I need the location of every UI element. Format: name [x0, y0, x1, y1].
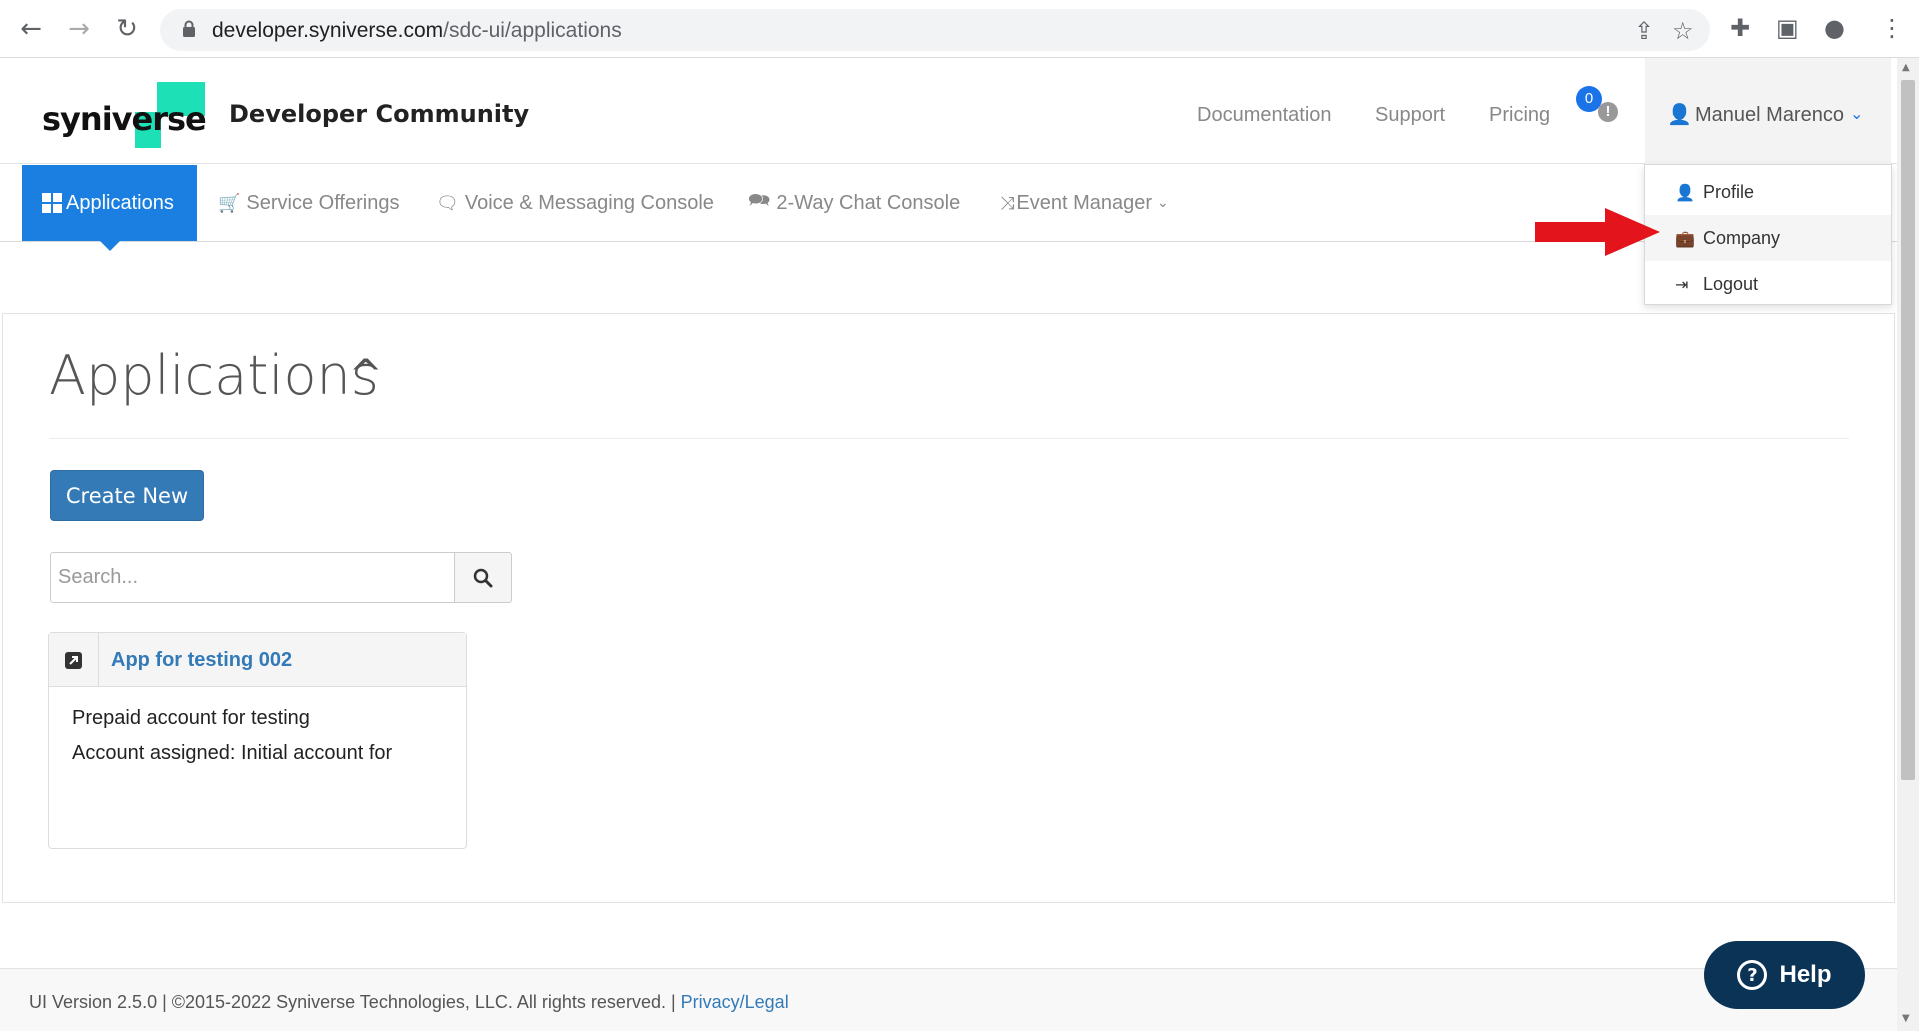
scroll-down-arrow-icon[interactable]: ▼ [1902, 1013, 1910, 1024]
page-scrollbar[interactable]: ▲ ▼ [1897, 58, 1919, 1031]
logout-icon: ⇥ [1675, 274, 1689, 294]
kebab-menu-icon[interactable]: ⋮ [1880, 14, 1904, 42]
tab-label: 2-Way Chat Console [776, 191, 961, 214]
privacy-legal-link[interactable]: Privacy/Legal [681, 992, 789, 1012]
profile-icon[interactable]: ● [1824, 14, 1845, 42]
user-name: Manuel Marenco [1695, 104, 1844, 126]
grid-icon [42, 193, 62, 213]
site-header: syniverse Developer Community Documentat… [0, 58, 1897, 164]
scrollbar-thumb[interactable] [1901, 80, 1915, 780]
create-new-button[interactable]: Create New [50, 470, 204, 521]
page-title: Applications [49, 344, 379, 407]
cart-icon: 🛒 [218, 192, 241, 214]
documentation-link[interactable]: Documentation [1197, 104, 1332, 127]
applications-panel: Applications ^ Create New App for testin… [2, 313, 1895, 903]
tab-applications[interactable]: Applications [22, 165, 197, 251]
briefcase-icon: 💼 [1675, 228, 1695, 248]
star-icon[interactable]: ☆ [1672, 17, 1694, 45]
dropdown-item-profile[interactable]: 👤 Profile [1645, 169, 1891, 215]
card-account-assigned: Account assigned: Initial account for [72, 742, 393, 764]
external-link-icon[interactable] [65, 651, 82, 669]
card-header: App for testing 002 [49, 633, 466, 687]
back-arrow-icon[interactable]: ← [14, 12, 48, 46]
site-title: Developer Community [229, 100, 530, 128]
chevron-up-icon[interactable]: ^ [349, 352, 383, 398]
tab-2-way-chat-console[interactable]: 🗪 2-Way Chat Console [748, 165, 960, 241]
tab-voice-messaging-console[interactable]: 🗨 Voice & Messaging Console [436, 165, 714, 241]
url-path: /sdc-ui/applications [443, 19, 622, 42]
card-icon-box [49, 633, 99, 687]
dropdown-item-company[interactable]: 💼 Company [1645, 215, 1891, 261]
tab-label: Applications [66, 191, 174, 214]
reload-icon[interactable]: ↻ [110, 12, 144, 46]
card-title-link[interactable]: App for testing 002 [111, 649, 292, 672]
tab-label: Service Offerings [246, 191, 400, 214]
footer-text: UI Version 2.5.0 | ©2015-2022 Syniverse … [29, 992, 789, 1013]
dropdown-item-label: Company [1703, 227, 1781, 248]
dropdown-item-logout[interactable]: ⇥ Logout [1645, 261, 1891, 307]
tab-label: Event Manager [1016, 191, 1153, 214]
user-dropdown-menu: 👤 Profile 💼 Company ⇥ Logout [1644, 164, 1892, 305]
help-button[interactable]: ? Help [1704, 941, 1865, 1009]
browser-toolbar: ← → ↻ developer.syniverse.com/sdc-ui/app… [0, 0, 1919, 58]
tab-service-offerings[interactable]: 🛒 Service Offerings [218, 165, 399, 241]
scroll-up-arrow-icon[interactable]: ▲ [1902, 62, 1910, 73]
comments-icon: 🗪 [748, 190, 771, 211]
address-bar[interactable]: developer.syniverse.com/sdc-ui/applicati… [160, 9, 1710, 51]
support-link[interactable]: Support [1375, 104, 1445, 127]
chevron-down-icon: ⌄ [1157, 195, 1169, 211]
url-text: developer.syniverse.com/sdc-ui/applicati… [212, 19, 622, 43]
logo-text: syniverse [42, 100, 207, 138]
syniverse-logo[interactable]: syniverse [42, 82, 207, 148]
user-menu-toggle[interactable]: 👤 Manuel Marenco ⌄ [1645, 58, 1891, 164]
footer-copyright: UI Version 2.5.0 | ©2015-2022 Syniverse … [29, 992, 681, 1012]
lock-icon [183, 20, 195, 37]
question-icon: ? [1737, 960, 1768, 990]
forward-arrow-icon[interactable]: → [62, 12, 96, 46]
url-host: developer.syniverse.com [212, 19, 444, 42]
comment-icon: 🗨 [436, 192, 459, 214]
search-icon [473, 568, 493, 587]
user-icon: 👤 [1675, 182, 1695, 202]
footer: UI Version 2.5.0 | ©2015-2022 Syniverse … [0, 968, 1897, 1031]
red-annotation-arrow-icon [1535, 208, 1660, 256]
shuffle-icon: ⤨ [1000, 192, 1015, 214]
tab-event-manager[interactable]: ⤨ Event Manager ⌄ [1000, 165, 1169, 241]
dropdown-item-label: Logout [1703, 273, 1759, 294]
help-label: Help [1779, 961, 1832, 988]
user-icon: 👤 [1667, 102, 1692, 126]
extensions-icon[interactable]: ✚ [1730, 14, 1750, 42]
dropdown-item-label: Profile [1703, 181, 1755, 202]
pricing-link[interactable]: Pricing [1489, 104, 1550, 127]
share-icon[interactable]: ⇪ [1634, 17, 1654, 45]
search-button[interactable] [454, 552, 512, 603]
side-panel-icon[interactable]: ▣ [1776, 14, 1799, 42]
title-divider [49, 438, 1849, 439]
search-input[interactable] [50, 552, 456, 603]
chevron-down-icon: ⌄ [1850, 104, 1864, 123]
card-description: Prepaid account for testing [72, 707, 310, 729]
application-card: App for testing 002 Prepaid account for … [48, 632, 467, 849]
notification-alert-icon[interactable]: ! [1598, 102, 1618, 122]
tab-label: Voice & Messaging Console [464, 191, 714, 214]
